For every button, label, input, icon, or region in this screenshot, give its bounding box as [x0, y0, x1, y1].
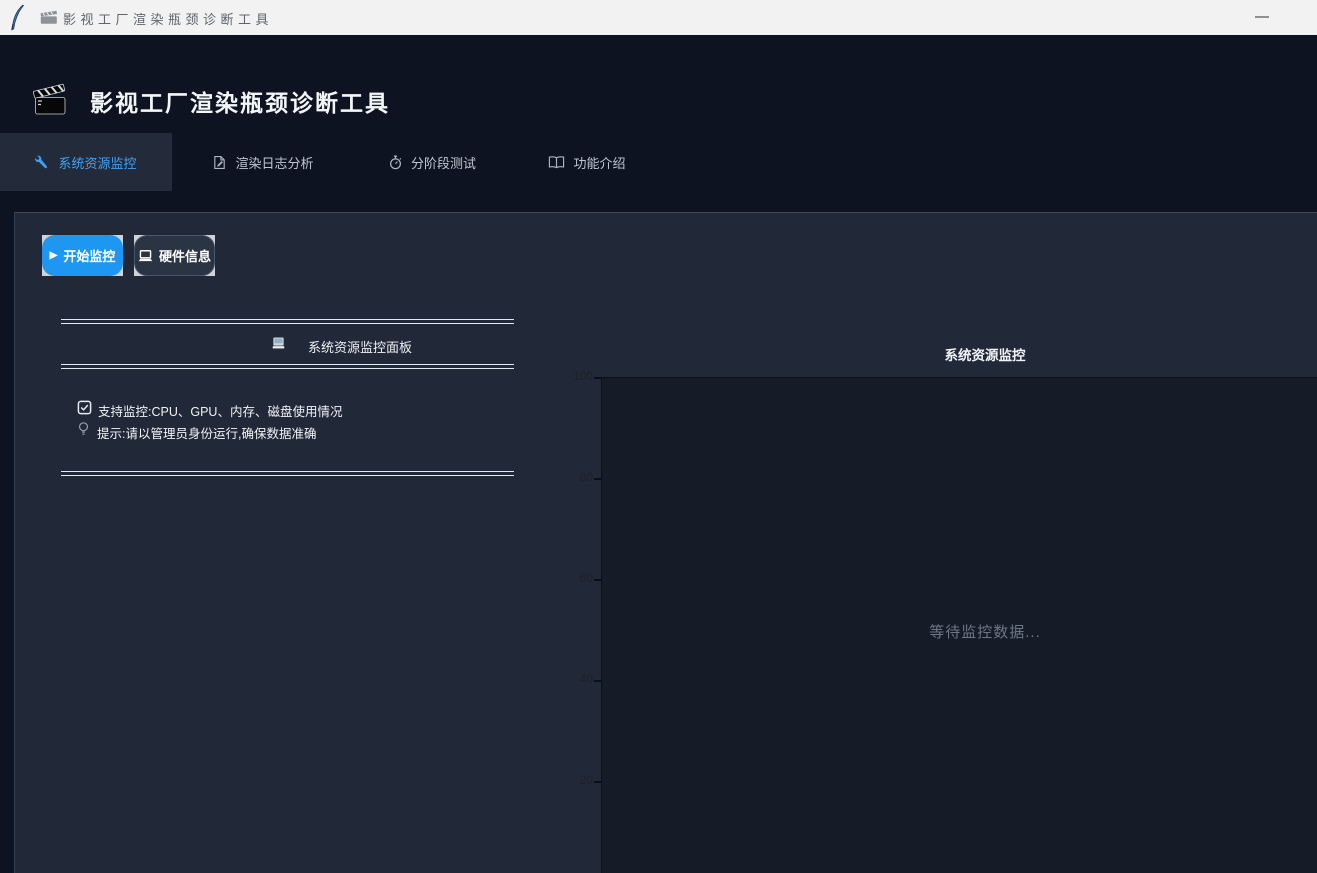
memo-icon [212, 155, 227, 170]
book-icon [548, 155, 565, 169]
laptop-icon [138, 249, 153, 263]
chart-title: 系统资源监控 [785, 344, 1185, 364]
tab-feature-intro[interactable]: 功能介绍 [524, 133, 650, 191]
window-title: 影视工厂渲染瓶颈诊断工具 [63, 9, 273, 28]
checkbox-icon [77, 400, 92, 415]
wrench-icon [35, 155, 50, 170]
tab-stage-test[interactable]: 分阶段测试 [366, 133, 498, 191]
y-axis-tick: 40 [549, 672, 593, 686]
y-axis-tick: 60 [549, 571, 593, 585]
y-axis-tick-mark [594, 579, 601, 581]
python-feather-icon [9, 4, 27, 31]
tab-content-system-monitor: ▶ 开始监控 硬件信息 系统资源监控面板 [14, 212, 1317, 873]
titlebar: 影视工厂渲染瓶颈诊断工具 [0, 0, 1317, 35]
y-axis-tick: 20 [549, 773, 593, 787]
hardware-info-label: 硬件信息 [159, 246, 211, 265]
divider-double-line [61, 471, 514, 476]
clapperboard-icon [32, 82, 66, 117]
minimize-button[interactable] [1239, 0, 1285, 33]
tab-label: 系统资源监控 [58, 153, 136, 172]
hardware-info-button[interactable]: 硬件信息 [134, 235, 215, 276]
page-title: 影视工厂渲染瓶颈诊断工具 [90, 84, 390, 118]
y-axis-tick: 80 [549, 470, 593, 484]
y-axis-tick: 100 [549, 369, 593, 383]
tab-bar: 系统资源监控 渲染日志分析 分阶段测试 功能介绍 [0, 133, 1317, 191]
tab-system-monitor[interactable]: 系统资源监控 [0, 133, 172, 191]
tip-line: 提示:请以管理员身份运行,确保数据准确 [97, 423, 316, 442]
panel-title: 系统资源监控面板 [308, 337, 412, 356]
y-axis-tick-mark [594, 478, 601, 480]
tab-render-log[interactable]: 渲染日志分析 [196, 133, 330, 191]
tab-label: 分阶段测试 [411, 153, 476, 172]
computer-icon [271, 336, 286, 351]
play-icon: ▶ [50, 251, 58, 261]
y-axis-tick-mark [594, 377, 601, 379]
y-axis-tick-mark [594, 781, 601, 783]
support-line: 支持监控:CPU、GPU、内存、磁盘使用情况 [98, 401, 342, 420]
tab-label: 渲染日志分析 [235, 153, 313, 172]
chart-placeholder-text: 等待监控数据... [845, 621, 1125, 642]
divider-double-line [61, 364, 514, 369]
start-monitor-button[interactable]: ▶ 开始监控 [42, 235, 123, 276]
start-monitor-label: 开始监控 [63, 246, 115, 265]
divider-double-line [61, 319, 514, 324]
minimize-icon [1255, 16, 1269, 18]
bulb-icon [78, 421, 89, 438]
y-axis-tick-mark [594, 680, 601, 682]
clapperboard-icon-small [40, 9, 58, 25]
tab-label: 功能介绍 [573, 153, 625, 172]
stopwatch-icon [388, 155, 403, 170]
app-window: 影视工厂渲染瓶颈诊断工具 影视工厂渲染瓶颈诊断工具 系统资源监控 渲染日志分析 [0, 0, 1317, 873]
